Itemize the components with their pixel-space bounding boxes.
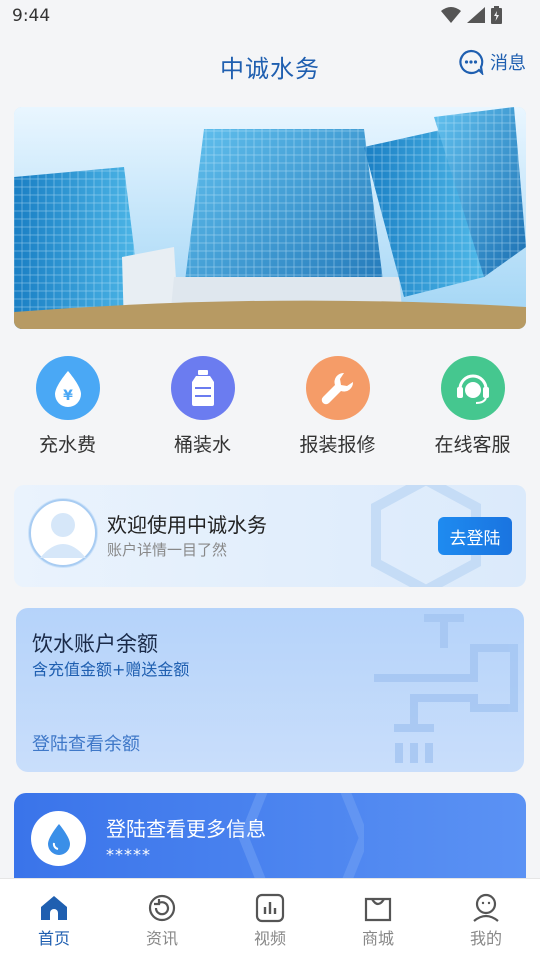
signal-icon bbox=[467, 7, 485, 23]
building-skyline-image bbox=[14, 107, 526, 329]
login-button[interactable]: 去登陆 bbox=[438, 517, 512, 555]
chart-icon bbox=[255, 893, 285, 923]
wrench-icon bbox=[321, 372, 353, 405]
service-recharge[interactable]: ¥ 充水费 bbox=[0, 356, 135, 466]
tab-mall[interactable]: 商城 bbox=[324, 879, 432, 960]
balance-title: 饮水账户余额 bbox=[32, 632, 158, 656]
water-drop-badge bbox=[31, 811, 86, 866]
app-header: 中诚水务 消息 bbox=[0, 34, 540, 96]
tab-mall-label: 商城 bbox=[361, 929, 394, 948]
service-bottled-water-label: 桶装水 bbox=[173, 434, 231, 456]
welcome-title: 欢迎使用中诚水务 bbox=[107, 513, 267, 537]
bottom-tab-bar: 首页 资讯 视频 商城 我的 bbox=[0, 878, 540, 960]
message-button[interactable]: 消息 bbox=[458, 49, 526, 75]
shopping-bag-icon bbox=[364, 897, 392, 922]
service-online-support-circle bbox=[440, 356, 505, 420]
view-balance-link[interactable]: 登陆查看余额 bbox=[32, 730, 140, 756]
svg-text:¥: ¥ bbox=[63, 388, 73, 404]
service-grid: ¥ 充水费 桶装水 报装报修 在线客服 bbox=[0, 356, 540, 466]
service-recharge-circle: ¥ bbox=[35, 356, 100, 420]
balance-subtitle: 含充值金额+赠送金额 bbox=[32, 660, 190, 679]
tab-mine[interactable]: 我的 bbox=[432, 879, 540, 960]
service-repair-circle bbox=[305, 356, 370, 420]
chat-bubble-icon bbox=[459, 49, 484, 75]
balance-card[interactable]: 饮水账户余额 含充值金额+赠送金额 登陆查看余额 bbox=[16, 608, 524, 772]
message-label: 消息 bbox=[490, 53, 526, 74]
banner-image[interactable] bbox=[14, 107, 526, 329]
tab-news[interactable]: 资讯 bbox=[108, 879, 216, 960]
tab-home-label: 首页 bbox=[37, 929, 70, 948]
headset-icon bbox=[456, 374, 489, 404]
faucet-watermark-icon bbox=[374, 614, 518, 763]
tab-video[interactable]: 视频 bbox=[216, 879, 324, 960]
refresh-icon bbox=[148, 894, 176, 922]
status-bar: 9:44 bbox=[0, 0, 540, 34]
user-avatar-icon bbox=[29, 499, 97, 567]
avatar bbox=[28, 498, 98, 568]
service-online-support-label: 在线客服 bbox=[434, 434, 511, 456]
status-time: 9:44 bbox=[12, 6, 51, 26]
welcome-card: 欢迎使用中诚水务 账户详情一目了然 去登陆 bbox=[14, 485, 526, 587]
wifi-icon bbox=[441, 7, 461, 23]
home-icon bbox=[41, 896, 67, 920]
tab-news-label: 资讯 bbox=[145, 929, 178, 948]
service-repair[interactable]: 报装报修 bbox=[270, 356, 405, 466]
tab-mine-label: 我的 bbox=[469, 929, 502, 948]
service-bottled-water-circle bbox=[170, 356, 235, 420]
water-bucket-icon bbox=[191, 370, 214, 406]
service-online-support[interactable]: 在线客服 bbox=[405, 356, 540, 466]
service-bottled-water[interactable]: 桶装水 bbox=[135, 356, 270, 466]
tab-video-label: 视频 bbox=[253, 929, 286, 948]
battery-icon bbox=[491, 6, 502, 24]
info-title: 登陆查看更多信息 bbox=[106, 817, 266, 841]
yen-drop-icon: ¥ bbox=[54, 371, 81, 407]
welcome-subtitle: 账户详情一目了然 bbox=[107, 541, 228, 559]
water-drop-icon bbox=[47, 823, 70, 855]
masked-value: ***** bbox=[106, 845, 151, 864]
user-icon bbox=[473, 893, 499, 922]
service-recharge-label: 充水费 bbox=[38, 434, 96, 456]
service-repair-label: 报装报修 bbox=[299, 434, 376, 456]
status-icons bbox=[441, 6, 502, 24]
tab-home[interactable]: 首页 bbox=[0, 879, 108, 960]
